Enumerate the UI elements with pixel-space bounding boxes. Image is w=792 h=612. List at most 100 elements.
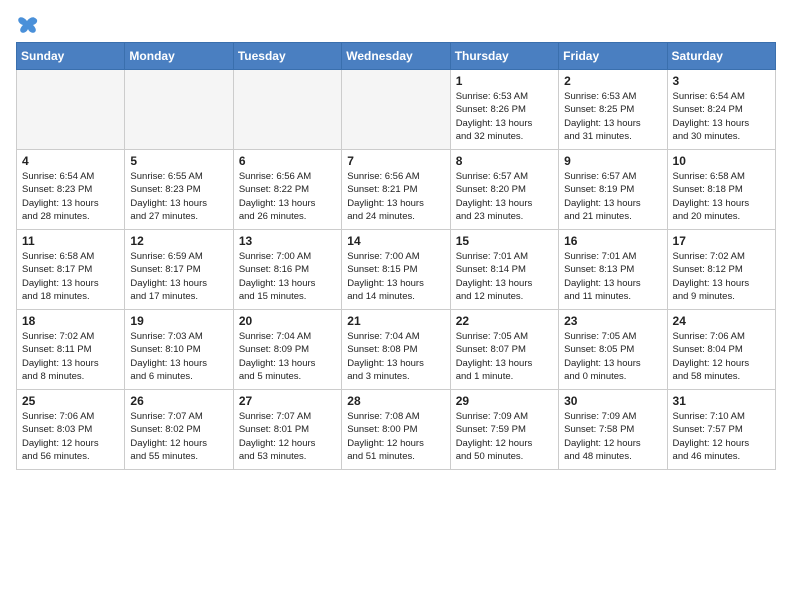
calendar-cell: 1 Sunrise: 6:53 AM Sunset: 8:26 PM Daylig…	[450, 70, 558, 150]
day-info: Sunrise: 6:59 AM Sunset: 8:17 PM Dayligh…	[130, 250, 227, 303]
day-number: 29	[456, 394, 553, 408]
day-header-thursday: Thursday	[450, 43, 558, 70]
calendar-cell: 19 Sunrise: 7:03 AM Sunset: 8:10 PM Dayli…	[125, 310, 233, 390]
day-number: 18	[22, 314, 119, 328]
day-number: 19	[130, 314, 227, 328]
calendar-cell: 3 Sunrise: 6:54 AM Sunset: 8:24 PM Daylig…	[667, 70, 775, 150]
day-number: 1	[456, 74, 553, 88]
calendar-cell: 7 Sunrise: 6:56 AM Sunset: 8:21 PM Daylig…	[342, 150, 450, 230]
day-info: Sunrise: 7:00 AM Sunset: 8:16 PM Dayligh…	[239, 250, 336, 303]
calendar-cell: 18 Sunrise: 7:02 AM Sunset: 8:11 PM Dayli…	[17, 310, 125, 390]
day-info: Sunrise: 6:54 AM Sunset: 8:23 PM Dayligh…	[22, 170, 119, 223]
calendar-cell: 27Sunrise: 7:07 AM Sunset: 8:01 PM Dayli…	[233, 390, 341, 470]
day-info: Sunrise: 7:03 AM Sunset: 8:10 PM Dayligh…	[130, 330, 227, 383]
day-info: Sunrise: 7:05 AM Sunset: 8:05 PM Dayligh…	[564, 330, 661, 383]
calendar-cell: 13 Sunrise: 7:00 AM Sunset: 8:16 PM Dayli…	[233, 230, 341, 310]
day-info: Sunrise: 6:57 AM Sunset: 8:20 PM Dayligh…	[456, 170, 553, 223]
calendar-cell: 23 Sunrise: 7:05 AM Sunset: 8:05 PM Dayli…	[559, 310, 667, 390]
day-info: Sunrise: 7:02 AM Sunset: 8:11 PM Dayligh…	[22, 330, 119, 383]
day-number: 24	[673, 314, 770, 328]
day-number: 31	[673, 394, 770, 408]
day-info: Sunrise: 7:00 AM Sunset: 8:15 PM Dayligh…	[347, 250, 444, 303]
day-number: 12	[130, 234, 227, 248]
calendar-cell: 24 Sunrise: 7:06 AM Sunset: 8:04 PM Dayli…	[667, 310, 775, 390]
calendar-cell	[17, 70, 125, 150]
day-number: 4	[22, 154, 119, 168]
day-info: Sunrise: 7:10 AM Sunset: 7:57 PM Dayligh…	[673, 410, 770, 463]
day-header-monday: Monday	[125, 43, 233, 70]
calendar-week-row: 25 Sunrise: 7:06 AM Sunset: 8:03 PM Dayli…	[17, 390, 776, 470]
day-info: Sunrise: 7:04 AM Sunset: 8:09 PM Dayligh…	[239, 330, 336, 383]
day-info: Sunrise: 7:08 AM Sunset: 8:00 PM Dayligh…	[347, 410, 444, 463]
calendar-week-row: 18 Sunrise: 7:02 AM Sunset: 8:11 PM Dayli…	[17, 310, 776, 390]
calendar-cell	[233, 70, 341, 150]
day-number: 2	[564, 74, 661, 88]
day-number: 30	[564, 394, 661, 408]
day-info: Sunrise: 6:55 AM Sunset: 8:23 PM Dayligh…	[130, 170, 227, 223]
day-header-saturday: Saturday	[667, 43, 775, 70]
calendar-cell	[342, 70, 450, 150]
calendar-cell	[125, 70, 233, 150]
calendar-cell: 30 Sunrise: 7:09 AM Sunset: 7:58 PM Dayli…	[559, 390, 667, 470]
day-number: 25	[22, 394, 119, 408]
calendar-cell: 10Sunrise: 6:58 AM Sunset: 8:18 PM Dayli…	[667, 150, 775, 230]
day-header-wednesday: Wednesday	[342, 43, 450, 70]
calendar-week-row: 1 Sunrise: 6:53 AM Sunset: 8:26 PM Daylig…	[17, 70, 776, 150]
day-info: Sunrise: 6:56 AM Sunset: 8:21 PM Dayligh…	[347, 170, 444, 223]
day-info: Sunrise: 6:57 AM Sunset: 8:19 PM Dayligh…	[564, 170, 661, 223]
day-info: Sunrise: 7:09 AM Sunset: 7:58 PM Dayligh…	[564, 410, 661, 463]
day-info: Sunrise: 7:04 AM Sunset: 8:08 PM Dayligh…	[347, 330, 444, 383]
day-info: Sunrise: 6:58 AM Sunset: 8:17 PM Dayligh…	[22, 250, 119, 303]
calendar-cell: 12 Sunrise: 6:59 AM Sunset: 8:17 PM Dayli…	[125, 230, 233, 310]
day-info: Sunrise: 7:06 AM Sunset: 8:03 PM Dayligh…	[22, 410, 119, 463]
day-info: Sunrise: 6:54 AM Sunset: 8:24 PM Dayligh…	[673, 90, 770, 143]
calendar-table: SundayMondayTuesdayWednesdayThursdayFrid…	[16, 42, 776, 470]
day-header-tuesday: Tuesday	[233, 43, 341, 70]
day-number: 23	[564, 314, 661, 328]
logo-bird-icon	[17, 16, 39, 34]
calendar-cell: 5 Sunrise: 6:55 AM Sunset: 8:23 PM Daylig…	[125, 150, 233, 230]
logo	[16, 16, 40, 30]
calendar-cell: 9Sunrise: 6:57 AM Sunset: 8:19 PM Daylig…	[559, 150, 667, 230]
day-number: 28	[347, 394, 444, 408]
calendar-cell: 25 Sunrise: 7:06 AM Sunset: 8:03 PM Dayli…	[17, 390, 125, 470]
day-info: Sunrise: 6:53 AM Sunset: 8:26 PM Dayligh…	[456, 90, 553, 143]
day-number: 14	[347, 234, 444, 248]
day-number: 8	[456, 154, 553, 168]
day-number: 17	[673, 234, 770, 248]
page-header	[16, 16, 776, 30]
day-number: 27	[239, 394, 336, 408]
day-info: Sunrise: 7:09 AM Sunset: 7:59 PM Dayligh…	[456, 410, 553, 463]
calendar-cell: 29 Sunrise: 7:09 AM Sunset: 7:59 PM Dayli…	[450, 390, 558, 470]
day-header-friday: Friday	[559, 43, 667, 70]
day-info: Sunrise: 6:56 AM Sunset: 8:22 PM Dayligh…	[239, 170, 336, 223]
day-number: 26	[130, 394, 227, 408]
day-info: Sunrise: 7:02 AM Sunset: 8:12 PM Dayligh…	[673, 250, 770, 303]
day-number: 7	[347, 154, 444, 168]
calendar-cell: 4 Sunrise: 6:54 AM Sunset: 8:23 PM Daylig…	[17, 150, 125, 230]
calendar-week-row: 11Sunrise: 6:58 AM Sunset: 8:17 PM Dayli…	[17, 230, 776, 310]
day-number: 6	[239, 154, 336, 168]
day-info: Sunrise: 6:53 AM Sunset: 8:25 PM Dayligh…	[564, 90, 661, 143]
calendar-cell: 20 Sunrise: 7:04 AM Sunset: 8:09 PM Dayli…	[233, 310, 341, 390]
day-number: 21	[347, 314, 444, 328]
day-number: 10	[673, 154, 770, 168]
day-info: Sunrise: 7:07 AM Sunset: 8:02 PM Dayligh…	[130, 410, 227, 463]
day-number: 5	[130, 154, 227, 168]
calendar-cell: 31 Sunrise: 7:10 AM Sunset: 7:57 PM Dayli…	[667, 390, 775, 470]
day-number: 16	[564, 234, 661, 248]
day-info: Sunrise: 7:01 AM Sunset: 8:13 PM Dayligh…	[564, 250, 661, 303]
day-number: 13	[239, 234, 336, 248]
calendar-cell: 11Sunrise: 6:58 AM Sunset: 8:17 PM Dayli…	[17, 230, 125, 310]
day-number: 20	[239, 314, 336, 328]
day-info: Sunrise: 7:06 AM Sunset: 8:04 PM Dayligh…	[673, 330, 770, 383]
calendar-cell: 15Sunrise: 7:01 AM Sunset: 8:14 PM Dayli…	[450, 230, 558, 310]
day-info: Sunrise: 7:01 AM Sunset: 8:14 PM Dayligh…	[456, 250, 553, 303]
calendar-cell: 28 Sunrise: 7:08 AM Sunset: 8:00 PM Dayli…	[342, 390, 450, 470]
day-header-sunday: Sunday	[17, 43, 125, 70]
calendar-cell: 16 Sunrise: 7:01 AM Sunset: 8:13 PM Dayli…	[559, 230, 667, 310]
calendar-cell: 21 Sunrise: 7:04 AM Sunset: 8:08 PM Dayli…	[342, 310, 450, 390]
calendar-cell: 26 Sunrise: 7:07 AM Sunset: 8:02 PM Dayli…	[125, 390, 233, 470]
day-number: 3	[673, 74, 770, 88]
calendar-cell: 14 Sunrise: 7:00 AM Sunset: 8:15 PM Dayli…	[342, 230, 450, 310]
